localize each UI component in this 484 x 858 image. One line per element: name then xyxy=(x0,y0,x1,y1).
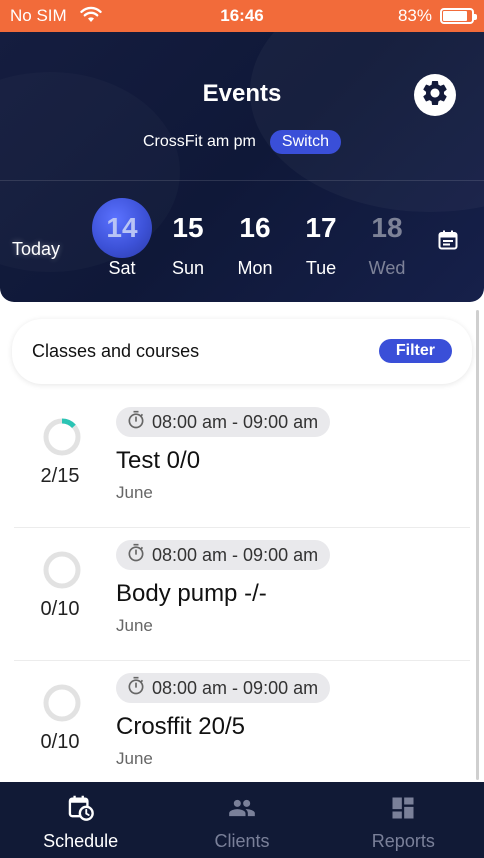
header-divider xyxy=(0,180,484,181)
time-chip: 08:00 am - 09:00 am xyxy=(116,673,331,703)
tab-clients[interactable]: Clients xyxy=(161,782,322,858)
day-weekday: Mon xyxy=(237,258,273,278)
settings-button[interactable] xyxy=(414,74,456,116)
stopwatch-icon xyxy=(126,676,146,701)
stopwatch-icon xyxy=(126,543,146,568)
list-item[interactable]: 0/10 08:00 am - 09:00 am Crosffit 20/5 J… xyxy=(14,661,470,794)
list-item[interactable]: 0/10 08:00 am - 09:00 am Body pump -/- J… xyxy=(14,528,470,661)
event-month: June xyxy=(116,616,153,635)
filter-bar: Classes and courses Filter xyxy=(12,319,472,384)
today-button[interactable]: Today xyxy=(12,239,60,260)
event-month: June xyxy=(116,483,153,502)
time-chip: 08:00 am - 09:00 am xyxy=(116,407,331,437)
tab-bar: Schedule Clients Reports xyxy=(0,782,484,858)
day-number: 14 xyxy=(92,198,152,258)
gear-icon xyxy=(420,78,450,113)
day-14[interactable]: 14 Sat xyxy=(92,198,152,279)
tab-schedule[interactable]: Schedule xyxy=(0,782,161,858)
status-bar: No SIM 16:46 83% xyxy=(0,0,484,32)
capacity-count: 0/10 xyxy=(40,731,80,753)
capacity-ring xyxy=(43,418,81,456)
day-weekday: Sun xyxy=(171,258,205,278)
day-weekday: Sat xyxy=(108,258,136,278)
calendar-icon[interactable] xyxy=(436,228,460,257)
capacity-count: 0/10 xyxy=(40,598,80,620)
tab-reports[interactable]: Reports xyxy=(323,782,484,858)
capacity-ring xyxy=(43,684,81,722)
list-item[interactable]: 2/15 08:00 am - 09:00 am Test 0/0 June xyxy=(14,395,470,528)
event-title: Test 0/0 xyxy=(116,447,201,474)
filter-button[interactable]: Filter xyxy=(378,339,452,363)
capacity-ring xyxy=(43,551,81,589)
event-title: Body pump -/- xyxy=(116,580,267,607)
event-time: 08:00 am - 09:00 am xyxy=(152,677,319,698)
event-title: Crosffit 20/5 xyxy=(116,713,245,740)
page-title: Events xyxy=(202,80,282,107)
day-16[interactable]: 16 Mon xyxy=(225,198,285,279)
header: Events CrossFit am pm Switch Today 14 Sa… xyxy=(0,32,484,302)
time-chip: 08:00 am - 09:00 am xyxy=(116,540,331,570)
event-time: 08:00 am - 09:00 am xyxy=(152,411,319,432)
reports-icon xyxy=(389,797,417,826)
tab-label: Clients xyxy=(214,831,270,851)
day-number: 18 xyxy=(371,212,403,243)
event-list: 2/15 08:00 am - 09:00 am Test 0/0 June 0… xyxy=(0,395,484,794)
schedule-icon xyxy=(67,795,95,826)
event-time: 08:00 am - 09:00 am xyxy=(152,544,319,565)
battery-percent: 83% xyxy=(397,6,432,25)
switch-button[interactable]: Switch xyxy=(269,130,342,154)
event-month: June xyxy=(116,749,153,768)
battery-icon xyxy=(440,8,477,24)
filter-bar-label: Classes and courses xyxy=(32,341,200,361)
gym-name: CrossFit am pm xyxy=(142,133,256,150)
day-number: 15 xyxy=(172,212,204,243)
tab-label: Schedule xyxy=(43,831,119,851)
tab-label: Reports xyxy=(371,831,435,851)
stopwatch-icon xyxy=(126,410,146,435)
clients-icon xyxy=(228,799,256,826)
day-18[interactable]: 18 Wed xyxy=(357,198,417,279)
day-weekday: Tue xyxy=(305,258,337,278)
capacity-count: 2/15 xyxy=(40,465,80,487)
day-17[interactable]: 17 Tue xyxy=(291,198,351,279)
day-number: 16 xyxy=(239,212,271,243)
day-number: 17 xyxy=(305,212,337,243)
day-15[interactable]: 15 Sun xyxy=(158,198,218,279)
day-weekday: Wed xyxy=(368,258,406,278)
